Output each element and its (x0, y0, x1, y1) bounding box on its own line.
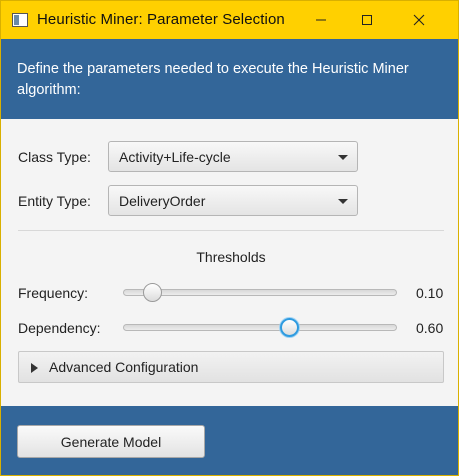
entity-type-combobox[interactable]: DeliveryOrder (108, 185, 358, 216)
generate-model-button[interactable]: Generate Model (17, 425, 205, 458)
close-icon (413, 14, 425, 26)
maximize-icon (362, 15, 372, 25)
instruction-text: Define the parameters needed to execute … (17, 61, 409, 98)
chevron-down-icon (338, 155, 348, 160)
instruction-header: Define the parameters needed to execute … (1, 39, 458, 119)
class-type-combobox[interactable]: Activity+Life-cycle (108, 141, 358, 172)
frequency-slider-track[interactable] (123, 289, 397, 296)
entity-type-label: Entity Type: (18, 193, 91, 209)
footer-bar: Generate Model (1, 406, 458, 475)
thresholds-heading: Thresholds (196, 249, 266, 265)
title-bar[interactable]: Heuristic Miner: Parameter Selection (1, 1, 458, 39)
dependency-label: Dependency: (18, 320, 101, 336)
dependency-slider-thumb[interactable] (279, 318, 299, 337)
app-icon (12, 13, 28, 27)
window-title: Heuristic Miner: Parameter Selection (37, 11, 285, 28)
dependency-slider[interactable] (123, 318, 397, 338)
advanced-configuration-label: Advanced Configuration (49, 359, 199, 375)
minimize-button[interactable] (298, 1, 344, 39)
entity-type-value: DeliveryOrder (119, 193, 206, 209)
separator (18, 230, 444, 231)
frequency-label: Frequency: (18, 285, 89, 301)
advanced-configuration-toggle[interactable]: Advanced Configuration (18, 351, 444, 383)
dependency-slider-track[interactable] (123, 324, 397, 331)
frequency-slider-thumb[interactable] (142, 283, 162, 302)
frequency-slider[interactable] (123, 283, 397, 303)
class-type-label: Class Type: (18, 149, 91, 165)
class-type-value: Activity+Life-cycle (119, 149, 231, 165)
chevron-down-icon (338, 199, 348, 204)
maximize-button[interactable] (344, 1, 390, 39)
chevron-right-icon (31, 363, 38, 373)
parameters-panel: Class Type: Activity+Life-cycle Entity T… (1, 119, 458, 406)
frequency-value: 0.10 (416, 285, 444, 301)
close-button[interactable] (396, 1, 442, 39)
minimize-icon (316, 19, 326, 21)
dependency-value: 0.60 (416, 320, 444, 336)
dialog-window: Heuristic Miner: Parameter Selection Def… (0, 0, 459, 476)
